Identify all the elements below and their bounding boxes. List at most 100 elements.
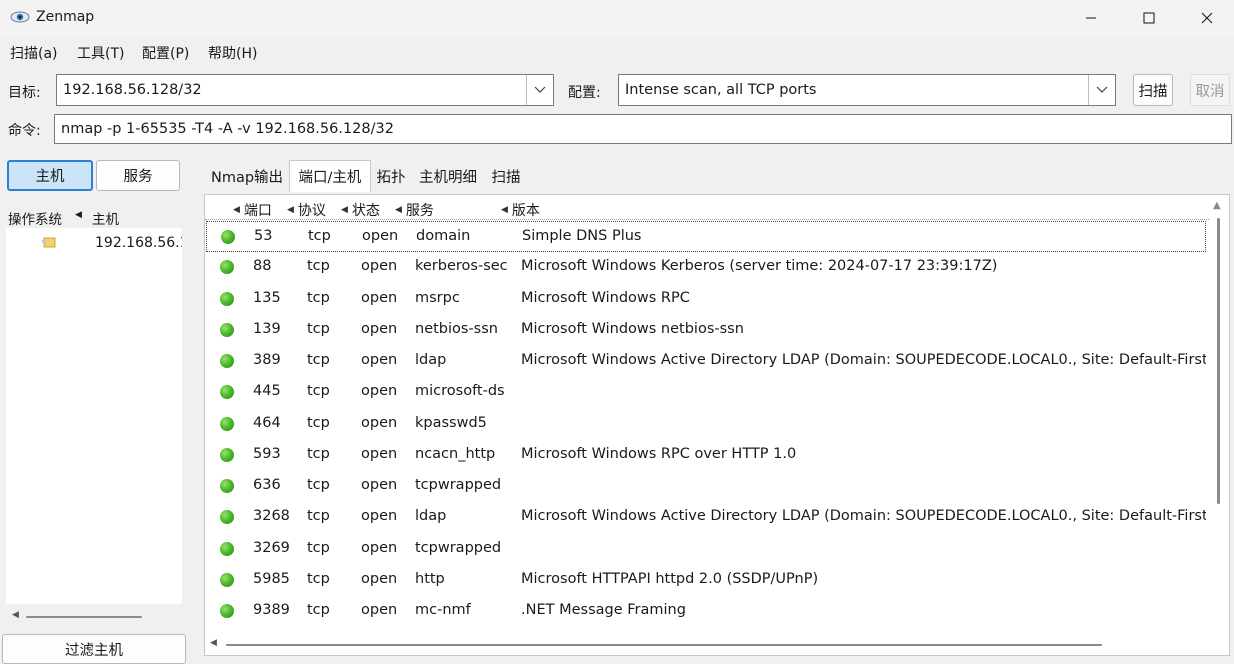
- service-cell: domain: [416, 228, 471, 244]
- close-button[interactable]: [1178, 0, 1234, 36]
- version-cell: Simple DNS Plus: [522, 228, 642, 244]
- version-cell: Microsoft Windows netbios-ssn: [521, 320, 744, 337]
- sort-arrow-icon: ◀: [233, 205, 240, 215]
- table-row[interactable]: 636 tcp open tcpwrapped: [206, 471, 1206, 502]
- filter-hosts-button[interactable]: 过滤主机: [2, 634, 186, 664]
- column-state-label: 状态: [351, 203, 380, 219]
- status-open-icon: [220, 572, 234, 587]
- state-cell: open: [361, 602, 398, 618]
- service-cell: ldap: [415, 508, 447, 525]
- chevron-down-icon: [1096, 86, 1108, 93]
- tab-topology[interactable]: 拓扑: [372, 160, 410, 192]
- protocol-cell: tcp: [307, 508, 330, 525]
- table-row[interactable]: 445 tcp open microsoft-ds: [206, 377, 1206, 408]
- service-cell: netbios-ssn: [415, 320, 498, 337]
- protocol-cell: tcp: [307, 477, 330, 493]
- maximize-button[interactable]: [1120, 0, 1178, 36]
- profile-combobox[interactable]: Intense scan, all TCP ports: [618, 74, 1116, 106]
- service-cell: tcpwrapped: [415, 539, 502, 556]
- menu-scan[interactable]: 扫描(a): [10, 43, 58, 63]
- table-row[interactable]: 464 tcp open kpasswd5: [206, 409, 1206, 440]
- protocol-cell: tcp: [307, 383, 330, 400]
- scan-button[interactable]: 扫描: [1133, 74, 1173, 106]
- sort-arrow-icon: ◀: [75, 210, 82, 220]
- port-cell: 3268: [253, 508, 290, 525]
- state-cell: open: [361, 570, 398, 587]
- host-row[interactable]: 192.168.56.1: [6, 230, 182, 258]
- column-os[interactable]: 操作系统: [8, 208, 62, 228]
- table-row[interactable]: 53 tcp open domain Simple DNS Plus: [206, 221, 1206, 252]
- maximize-icon: [1143, 12, 1155, 24]
- window-title: Zenmap: [36, 9, 95, 25]
- column-service-label: 服务: [405, 203, 434, 219]
- ports-table-header: ◀ 端口 ◀ 协议 ◀ 状态 ◀ 服务 ◀ 版本: [205, 196, 1209, 220]
- status-open-icon: [220, 479, 234, 493]
- command-label: 命令:: [8, 123, 41, 139]
- protocol-cell: tcp: [307, 445, 330, 462]
- cancel-button[interactable]: 取消: [1190, 74, 1230, 106]
- table-row[interactable]: 389 tcp open ldap Microsoft Windows Active D…: [206, 346, 1206, 377]
- table-row[interactable]: 3269 tcp open tcpwrapped: [206, 534, 1206, 565]
- version-cell: .NET Message Framing: [521, 602, 686, 618]
- port-cell: 9389: [253, 602, 290, 618]
- scroll-left-icon: ◀: [210, 638, 217, 648]
- service-cell: mc-nmf: [415, 602, 471, 618]
- command-input[interactable]: nmap -p 1-65535 -T4 -A -v 192.168.56.128…: [54, 114, 1232, 144]
- column-version[interactable]: ◀ 版本: [501, 200, 540, 220]
- status-open-icon: [220, 291, 234, 306]
- table-row[interactable]: 9389 tcp open mc-nmf .NET Message Framing: [206, 596, 1206, 627]
- target-combobox[interactable]: 192.168.56.128/32: [56, 74, 554, 106]
- hosts-horizontal-scrollbar[interactable]: ◀: [6, 606, 182, 628]
- menu-profile[interactable]: 配置(P): [142, 43, 189, 63]
- scrollbar-thumb[interactable]: [26, 616, 142, 618]
- table-row[interactable]: 135 tcp open msrpc Microsoft Windows RPC: [206, 284, 1206, 315]
- tab-scans[interactable]: 扫描: [486, 160, 526, 192]
- table-row[interactable]: 3268 tcp open ldap Microsoft Windows Active …: [206, 502, 1206, 533]
- target-dropdown-button[interactable]: [526, 75, 553, 105]
- table-row[interactable]: 5985 tcp open http Microsoft HTTPAPI httpd 2…: [206, 565, 1206, 596]
- column-state[interactable]: ◀ 状态: [341, 200, 380, 220]
- port-cell: 3269: [253, 539, 290, 556]
- close-icon: [1201, 12, 1213, 24]
- version-cell: Microsoft Windows Active Directory LDAP …: [521, 508, 1206, 525]
- hosts-button[interactable]: 主机: [7, 160, 93, 191]
- protocol-cell: tcp: [307, 320, 330, 337]
- os-unknown-icon: [42, 236, 56, 252]
- status-open-icon: [220, 541, 234, 556]
- ports-vertical-scrollbar[interactable]: ▲: [1210, 198, 1228, 630]
- tab-ports-hosts[interactable]: 端口/主机: [289, 160, 371, 192]
- hosts-list-header: 操作系统 ◀ 主机: [6, 204, 182, 228]
- scrollbar-thumb[interactable]: [1217, 218, 1220, 504]
- table-row[interactable]: 139 tcp open netbios-ssn Microsoft Windows n…: [206, 315, 1206, 346]
- column-protocol[interactable]: ◀ 协议: [287, 200, 326, 220]
- port-cell: 445: [253, 383, 281, 400]
- tab-host-details[interactable]: 主机明细: [412, 160, 484, 192]
- tab-nmap-output[interactable]: Nmap输出: [204, 160, 290, 192]
- port-cell: 139: [253, 320, 281, 337]
- status-open-icon: [220, 322, 234, 337]
- ports-horizontal-scrollbar[interactable]: ◀: [206, 636, 1210, 654]
- status-open-icon: [220, 260, 234, 275]
- table-row[interactable]: 593 tcp open ncacn_http Microsoft Windows RP…: [206, 440, 1206, 471]
- scroll-left-icon: ◀: [12, 610, 19, 620]
- services-button[interactable]: 服务: [96, 160, 180, 191]
- service-cell: http: [415, 570, 445, 587]
- sort-arrow-icon: ◀: [395, 205, 402, 215]
- column-port[interactable]: ◀ 端口: [233, 200, 272, 220]
- scrollbar-thumb[interactable]: [226, 644, 1102, 646]
- state-cell: open: [361, 352, 398, 368]
- column-host[interactable]: 主机: [92, 208, 119, 228]
- service-cell: ncacn_http: [415, 445, 496, 462]
- profile-dropdown-button[interactable]: [1088, 75, 1115, 105]
- port-cell: 389: [253, 352, 281, 368]
- minimize-icon: [1086, 17, 1096, 19]
- table-row[interactable]: 88 tcp open kerberos-sec Microsoft Windows K…: [206, 252, 1206, 283]
- state-cell: open: [361, 383, 398, 400]
- column-service[interactable]: ◀ 服务: [395, 200, 434, 220]
- menu-help[interactable]: 帮助(H): [208, 43, 257, 63]
- menu-tools[interactable]: 工具(T): [77, 43, 124, 63]
- service-cell: kerberos-sec: [415, 258, 508, 275]
- port-cell: 53: [254, 228, 273, 244]
- minimize-button[interactable]: [1062, 0, 1120, 36]
- status-open-icon: [220, 416, 234, 431]
